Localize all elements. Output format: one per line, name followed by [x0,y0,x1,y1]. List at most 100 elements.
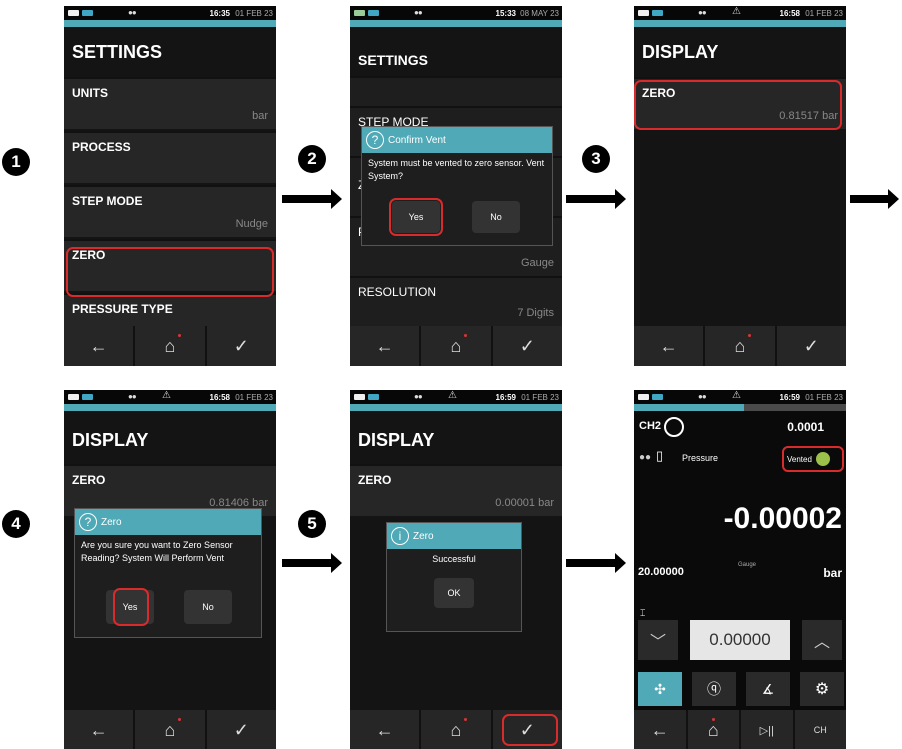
back-button[interactable]: ← [634,710,688,749]
nav-bar: ← ⌂ ✓ [64,326,276,366]
screen-display-zero-confirm: ●● ⚠ 16:58 01 FEB 23 DISPLAY ZERO 0.81406 ba… [64,390,276,749]
notification-dot [463,334,467,337]
connection-icon: ●● [414,8,423,17]
connection-icon: ●● [698,392,707,401]
home-button[interactable]: ⌂ [135,710,207,749]
accent-bar [64,20,276,27]
battery-icon [68,394,79,400]
notification-dot [712,718,715,721]
channel-label: CH2 [639,420,662,432]
dialog-header: ? Zero [75,509,261,535]
home-button[interactable]: ⌂ [421,326,493,366]
setting-row[interactable] [350,76,562,106]
pressure-type-label: Gauge [738,562,757,568]
clock: 15:33 [495,9,516,18]
arrow-right [566,189,626,209]
dialog-title: Confirm Vent [388,134,446,146]
connection-icon: ●● [128,8,137,17]
screen-display: ●● ⚠ 16:58 01 FEB 23 DISPLAY ZERO 0.81517 ba… [634,6,846,366]
row-label: PROCESS [72,140,131,154]
channel-mode-icon[interactable] [664,417,684,437]
instruction-sequence: 1 2 3 4 5 ●● 16:35 01 FEB 23 SETTINGS UNIT… [0,0,902,749]
home-button[interactable]: ⌂ [421,710,493,749]
arrow-right [850,189,899,209]
warning-icon: ⚠ [162,390,171,401]
warning-icon: ⚠ [448,390,457,401]
increment-button[interactable]: ︿ [802,620,842,660]
notification-dot [747,334,751,337]
back-button[interactable]: ← [634,326,706,366]
row-label: ZERO [358,473,392,487]
highlight-box [502,714,558,746]
screen-main-reading: ●● ⚠ 16:59 01 FEB 23 CH2 0.0001 ●● ▯ Pressu… [634,390,846,749]
setting-row-zero[interactable]: ZERO 0.00001 bar [350,464,562,516]
connection-icon: ●● [414,392,423,401]
clock: 16:59 [495,393,516,402]
status-bar: ●● ⚠ 16:59 01 FEB 23 [634,390,846,404]
arrow-right [282,553,342,573]
notification-dot [463,718,467,721]
setpoint-field[interactable]: 0.00000 [690,620,790,660]
settings-button[interactable]: ⚙ [800,672,844,706]
highlight-box [634,80,842,130]
channel-button[interactable]: CH [795,710,847,749]
battery-icon [368,394,379,400]
confirm-button[interactable]: ✓ [777,326,846,366]
step-size-icon[interactable]: ⌶ [640,608,645,619]
leak-test-button[interactable]: ⓠ [692,672,736,706]
accent-bar [350,20,562,27]
step-4-marker: 4 [2,510,30,538]
page-title: DISPLAY [72,430,149,450]
vented-indicator[interactable]: Vented [782,446,844,472]
home-button[interactable]: ⌂ [135,326,207,366]
info-icon: i [391,527,409,545]
row-label: ZERO [72,473,106,487]
battery-icon [638,394,649,400]
vent-fan-icon [815,452,830,466]
confirm-button[interactable]: ✓ [207,326,276,366]
home-button[interactable]: ⌂ [688,710,741,749]
zero-success-dialog: i Zero Successful [386,522,522,632]
dialog-message: Are you sure you want to Zero Sensor Rea… [81,540,233,563]
battery-icon [82,394,93,400]
no-button[interactable]: No [472,201,520,233]
highlight-box [389,198,443,236]
back-button[interactable]: ← [350,710,422,749]
back-button[interactable]: ← [350,326,422,366]
confirm-button[interactable]: ✓ [493,326,562,366]
fan-icon: ✣ [654,680,666,697]
nav-bar: ← ⌂ ✓ [64,710,276,749]
question-icon: ? [79,513,97,531]
gear-icon: ⚙ [814,681,830,698]
gauge-icon: ▯ [656,448,664,463]
angle-button[interactable]: ∡ [746,672,790,706]
setting-row-units[interactable]: UNITS bar [64,77,276,129]
back-button[interactable]: ← [64,326,136,366]
setting-row-step-mode[interactable]: STEP MODE Nudge [64,185,276,237]
page-title: SETTINGS [72,42,163,62]
battery-icon [652,394,663,400]
notification-dot [177,718,181,721]
row-label: STEP MODE [72,194,143,208]
connection-icon: ●● [128,392,137,401]
vent-button[interactable]: ✣ [638,672,682,706]
setting-row-process[interactable]: PROCESS [64,131,276,183]
decrement-button[interactable]: ﹀ [638,620,678,660]
no-button[interactable]: No [184,590,232,624]
notification-dot [177,334,181,337]
confirm-button[interactable]: ✓ [207,710,276,749]
home-button[interactable]: ⌂ [705,326,777,366]
step-3-marker: 3 [582,145,610,173]
accent-bar [350,404,562,411]
page-title: DISPLAY [642,42,719,62]
ok-button[interactable]: OK [434,578,474,608]
page-title: DISPLAY [358,430,435,450]
nav-bar: ← ⌂ ✓ [634,326,846,366]
status-bar: ●● 16:35 01 FEB 23 [64,6,276,20]
screen-settings-confirm-vent: ●●15:3308 MAY 23 SETTINGS STEP MODE Z PG… [350,6,562,366]
status-bar: ●● ⚠ 16:58 01 FEB 23 [634,6,846,20]
setting-row-resolution[interactable]: RESOLUTION 7 Digits [350,276,562,326]
play-pause-button[interactable]: ▷|| [741,710,795,749]
status-bar: ●● ⚠ 16:59 01 FEB 23 [350,390,562,404]
back-button[interactable]: ← [64,710,136,749]
